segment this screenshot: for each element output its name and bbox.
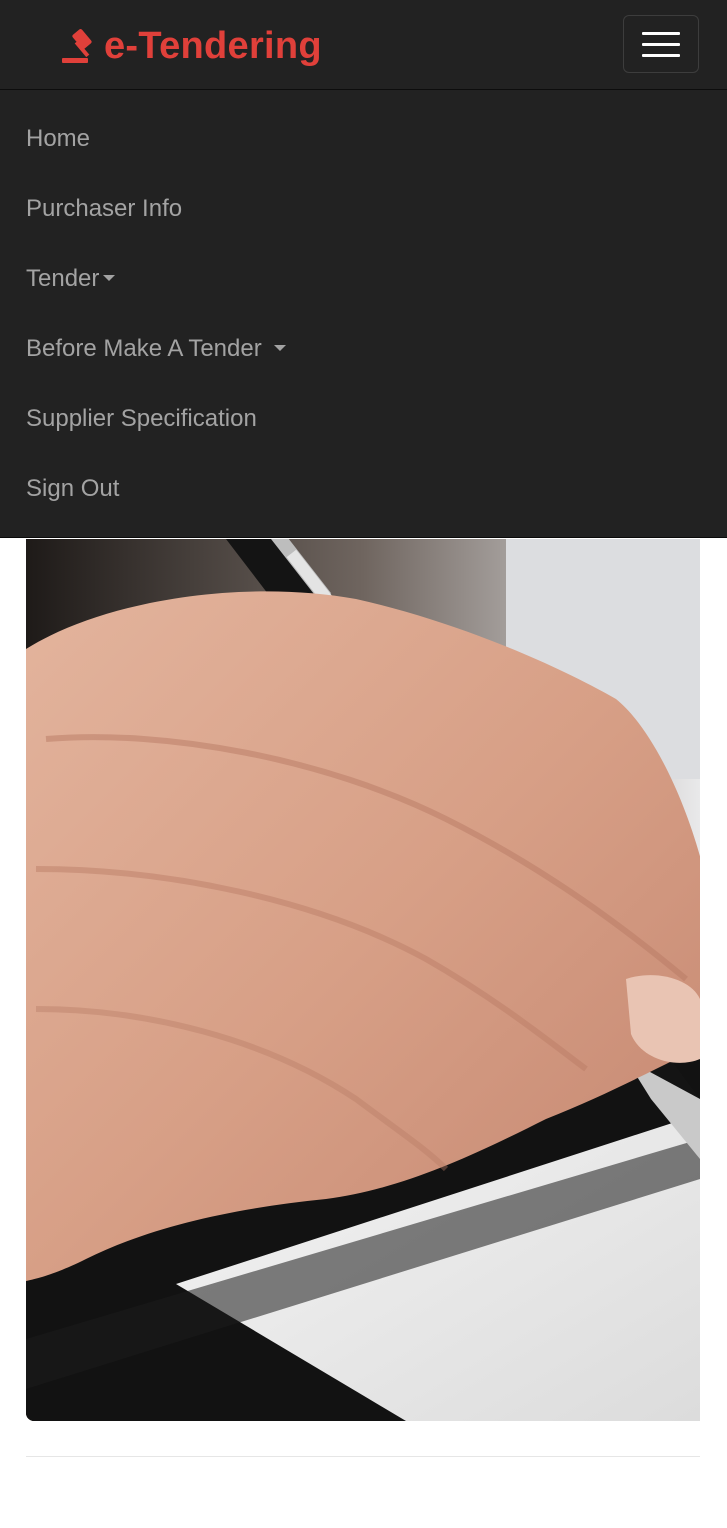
nav-item-label: Purchaser Info <box>26 195 183 222</box>
nav-item-sign-out[interactable]: Sign Out <box>0 454 727 524</box>
nav-item-label: Tender <box>26 265 100 292</box>
nav-item-supplier-specification[interactable]: Supplier Specification <box>0 384 727 454</box>
nav-menu: Home Purchaser Info Tender Before Make A… <box>0 104 727 524</box>
nav-item-label: Home <box>26 125 91 152</box>
gavel-icon <box>60 26 102 66</box>
navbar: e-Tendering Home Purchaser Info Tender B… <box>0 0 727 538</box>
content-divider <box>26 1456 700 1457</box>
nav-item-label: Sign Out <box>26 475 120 502</box>
brand-name: e-Tendering <box>104 25 322 67</box>
caret-down-icon <box>273 344 286 351</box>
nav-item-tender[interactable]: Tender <box>0 244 727 314</box>
nav-item-home[interactable]: Home <box>0 104 727 174</box>
navbar-header: e-Tendering <box>0 0 727 90</box>
caret-down-icon <box>103 274 116 281</box>
hamburger-menu-button[interactable] <box>623 15 699 73</box>
hero-image <box>26 539 700 1421</box>
nav-item-label: Before Make A Tender <box>26 335 262 362</box>
nav-item-purchaser-info[interactable]: Purchaser Info <box>0 174 727 244</box>
brand-link[interactable]: e-Tendering <box>60 22 322 70</box>
nav-item-label: Supplier Specification <box>26 405 257 432</box>
nav-item-before-make-a-tender[interactable]: Before Make A Tender <box>0 314 727 384</box>
